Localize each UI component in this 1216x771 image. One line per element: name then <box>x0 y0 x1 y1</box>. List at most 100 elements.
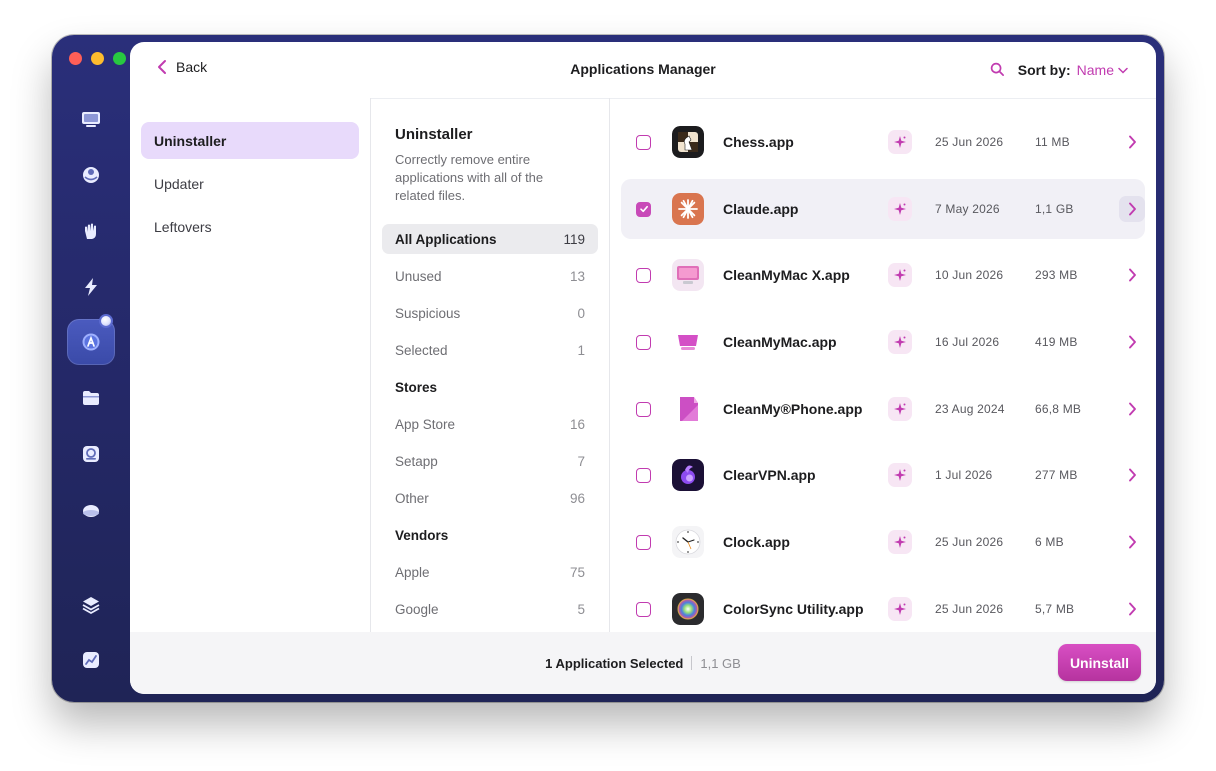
app-row[interactable]: ColorSync Utility.app 25 Jun 2026 5,7 MB <box>621 579 1145 632</box>
app-name: Chess.app <box>723 134 794 150</box>
app-size: 1,1 GB <box>1035 202 1074 216</box>
back-label: Back <box>176 59 208 75</box>
app-checkbox[interactable] <box>636 467 651 483</box>
app-size: 419 MB <box>1035 335 1078 349</box>
filter-selected[interactable]: Selected 1 <box>382 335 598 365</box>
module-updater[interactable]: Updater <box>141 165 359 202</box>
rail-item-speed[interactable] <box>67 264 115 310</box>
filter-google[interactable]: Google 5 <box>382 594 598 624</box>
sparkle-icon <box>894 269 906 281</box>
app-checkbox[interactable] <box>636 201 651 217</box>
ai-insight-button[interactable] <box>888 263 912 287</box>
app-name: CleanMyMac X.app <box>723 267 850 283</box>
module-label: Updater <box>154 175 204 192</box>
filter-label: Suspicious <box>395 305 461 321</box>
cloud-icon <box>83 505 99 517</box>
selection-count: 1 Application Selected <box>545 655 684 671</box>
app-name: ColorSync Utility.app <box>723 601 864 617</box>
chevron-down-icon <box>1118 67 1128 74</box>
app-details-button[interactable] <box>1119 596 1145 622</box>
rail-item-privacy[interactable] <box>67 208 115 254</box>
filter-setapp[interactable]: Setapp 7 <box>382 446 598 476</box>
notification-dot <box>99 314 113 328</box>
app-size: 293 MB <box>1035 268 1078 282</box>
app-date: 10 Jun 2026 <box>935 268 1004 282</box>
folder-icon <box>83 391 99 405</box>
app-date: 25 Jun 2026 <box>935 535 1004 549</box>
ai-insight-button[interactable] <box>888 330 912 354</box>
filter-app-store[interactable]: App Store 16 <box>382 409 598 439</box>
filter-suspicious[interactable]: Suspicious 0 <box>382 298 598 328</box>
rail-item-applications[interactable] <box>67 314 115 365</box>
module-leftovers[interactable]: Leftovers <box>141 208 359 245</box>
rail-item-cloud[interactable] <box>67 487 115 533</box>
app-row[interactable]: CleanMy®Phone.app 23 Aug 2024 66,8 MB <box>621 379 1145 439</box>
app-details-button[interactable] <box>1119 262 1145 288</box>
filter-all-applications[interactable]: All Applications 119 <box>382 224 598 254</box>
filter-count: 5 <box>577 601 585 617</box>
ai-insight-button[interactable] <box>888 130 912 154</box>
rail-item-assistant[interactable] <box>67 582 115 628</box>
sparkle-icon <box>894 536 906 548</box>
filter-label: Setapp <box>395 453 438 469</box>
sparkle-icon <box>894 336 906 348</box>
app-date: 25 Jun 2026 <box>935 135 1004 149</box>
app-row[interactable]: Chess.app 25 Jun 2026 11 MB <box>621 112 1145 172</box>
app-date: 25 Jun 2026 <box>935 602 1004 616</box>
app-row[interactable]: CleanMyMac X.app 10 Jun 2026 293 MB <box>621 245 1145 305</box>
module-list: Uninstaller Updater Leftovers <box>130 98 370 632</box>
sort-dropdown[interactable]: Name <box>1077 62 1128 78</box>
sparkle-icon <box>894 136 906 148</box>
ai-insight-button[interactable] <box>888 197 912 221</box>
rail-item-space-lens[interactable] <box>67 431 115 477</box>
filter-other[interactable]: Other 96 <box>382 483 598 513</box>
filter-list: All Applications 119 Unused 13 Suspicious 0… <box>382 224 598 624</box>
filter-group-stores: Stores <box>395 379 438 395</box>
app-row[interactable]: Clock.app 25 Jun 2026 6 MB <box>621 512 1145 572</box>
app-details-button[interactable] <box>1119 396 1145 422</box>
app-checkbox[interactable] <box>636 534 651 550</box>
app-name: CleanMy®Phone.app <box>723 401 863 417</box>
app-checkbox[interactable] <box>636 134 651 150</box>
filter-apple[interactable]: Apple 75 <box>382 557 598 587</box>
app-details-button[interactable] <box>1119 529 1145 555</box>
rail-item-cleanup[interactable] <box>67 96 115 142</box>
main-panel: Back Applications Manager Sort by: Name … <box>130 42 1156 694</box>
app-details-button[interactable] <box>1119 462 1145 488</box>
toolbar: Back Applications Manager Sort by: Name <box>130 42 1156 98</box>
app-details-button[interactable] <box>1119 196 1145 222</box>
filter-sidebar: Uninstaller Correctly remove entire appl… <box>370 98 610 632</box>
cleanmyphone-app-icon <box>672 393 704 425</box>
search-icon <box>990 62 1004 76</box>
menu-chart-icon <box>83 652 99 668</box>
module-label: Uninstaller <box>154 132 227 149</box>
app-row[interactable]: CleanMyMac.app 16 Jul 2026 419 MB <box>621 312 1145 372</box>
chess-app-icon <box>672 126 704 158</box>
filter-unused[interactable]: Unused 13 <box>382 261 598 291</box>
uninstall-button[interactable]: Uninstall <box>1058 644 1141 681</box>
search-button[interactable] <box>986 58 1008 80</box>
checkmark-icon <box>639 205 648 213</box>
clock-app-icon <box>672 526 704 558</box>
rail-item-files[interactable] <box>67 375 115 421</box>
app-size: 277 MB <box>1035 468 1078 482</box>
ai-insight-button[interactable] <box>888 530 912 554</box>
ai-insight-button[interactable] <box>888 397 912 421</box>
rail-item-protection[interactable] <box>67 152 115 198</box>
module-uninstaller[interactable]: Uninstaller <box>141 122 359 159</box>
app-checkbox[interactable] <box>636 267 651 283</box>
app-details-button[interactable] <box>1119 129 1145 155</box>
app-details-button[interactable] <box>1119 329 1145 355</box>
back-button[interactable]: Back <box>156 59 207 75</box>
app-checkbox[interactable] <box>636 334 651 350</box>
application-list: Chess.app 25 Jun 2026 11 MB Claude.app 7… <box>610 98 1156 632</box>
rail-item-menu[interactable] <box>67 637 115 683</box>
app-checkbox[interactable] <box>636 401 651 417</box>
ai-insight-button[interactable] <box>888 463 912 487</box>
privacy-hand-icon <box>85 223 96 239</box>
app-row[interactable]: Claude.app 7 May 2026 1,1 GB <box>621 179 1145 239</box>
space-lens-icon <box>83 446 99 462</box>
app-row[interactable]: ClearVPN.app 1 Jul 2026 277 MB <box>621 445 1145 505</box>
ai-insight-button[interactable] <box>888 597 912 621</box>
app-checkbox[interactable] <box>636 601 651 617</box>
